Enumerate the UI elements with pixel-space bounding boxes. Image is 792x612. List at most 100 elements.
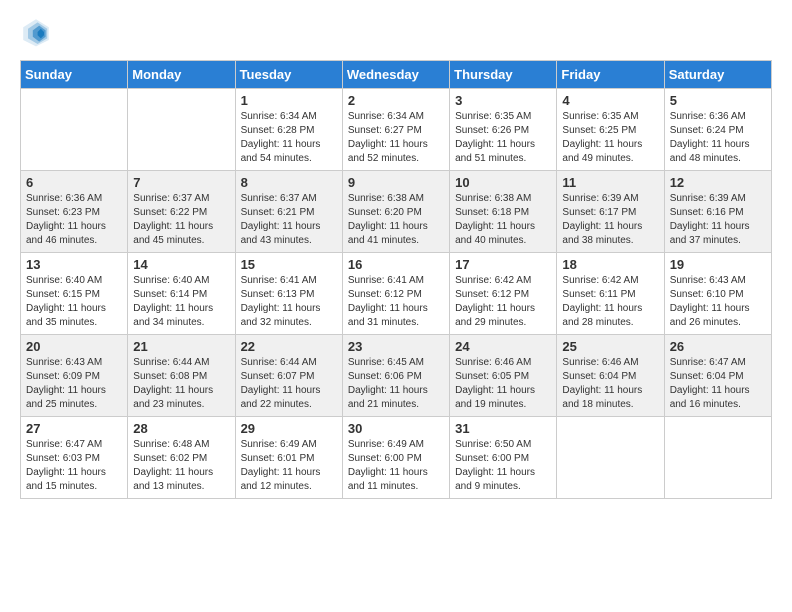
calendar-cell (664, 417, 771, 499)
day-info: Sunrise: 6:49 AM Sunset: 6:00 PM Dayligh… (348, 438, 444, 494)
day-number: 14 (133, 257, 229, 272)
day-number: 9 (348, 175, 444, 190)
logo (20, 16, 58, 48)
calendar-cell: 25 Sunrise: 6:46 AM Sunset: 6:04 PM Dayli… (557, 335, 664, 417)
day-number: 12 (670, 175, 766, 190)
day-info: Sunrise: 6:36 AM Sunset: 6:24 PM Dayligh… (670, 110, 766, 166)
weekday-row: SundayMondayTuesdayWednesdayThursdayFrid… (21, 61, 772, 89)
day-number: 30 (348, 421, 444, 436)
page: SundayMondayTuesdayWednesdayThursdayFrid… (0, 0, 792, 515)
day-number: 8 (241, 175, 337, 190)
calendar-header: SundayMondayTuesdayWednesdayThursdayFrid… (21, 61, 772, 89)
day-info: Sunrise: 6:42 AM Sunset: 6:12 PM Dayligh… (455, 274, 551, 330)
day-info: Sunrise: 6:44 AM Sunset: 6:08 PM Dayligh… (133, 356, 229, 412)
calendar-cell: 8 Sunrise: 6:37 AM Sunset: 6:21 PM Daylig… (235, 171, 342, 253)
day-number: 3 (455, 93, 551, 108)
calendar-cell (21, 89, 128, 171)
day-info: Sunrise: 6:43 AM Sunset: 6:10 PM Dayligh… (670, 274, 766, 330)
day-info: Sunrise: 6:38 AM Sunset: 6:18 PM Dayligh… (455, 192, 551, 248)
calendar-cell: 17Sunrise: 6:42 AM Sunset: 6:12 PM Dayli… (450, 253, 557, 335)
day-number: 11 (562, 175, 658, 190)
day-number: 25 (562, 339, 658, 354)
day-info: Sunrise: 6:41 AM Sunset: 6:13 PM Dayligh… (241, 274, 337, 330)
weekday-header-wednesday: Wednesday (342, 61, 449, 89)
week-row-5: 27 Sunrise: 6:47 AM Sunset: 6:03 PM Dayli… (21, 417, 772, 499)
day-info: Sunrise: 6:40 AM Sunset: 6:14 PM Dayligh… (133, 274, 229, 330)
calendar-cell: 7 Sunrise: 6:37 AM Sunset: 6:22 PM Daylig… (128, 171, 235, 253)
day-info: Sunrise: 6:48 AM Sunset: 6:02 PM Dayligh… (133, 438, 229, 494)
calendar-cell: 24 Sunrise: 6:46 AM Sunset: 6:05 PM Dayli… (450, 335, 557, 417)
header (20, 16, 772, 48)
calendar-cell: 6 Sunrise: 6:36 AM Sunset: 6:23 PM Daylig… (21, 171, 128, 253)
day-info: Sunrise: 6:41 AM Sunset: 6:12 PM Dayligh… (348, 274, 444, 330)
day-info: Sunrise: 6:34 AM Sunset: 6:27 PM Dayligh… (348, 110, 444, 166)
calendar-cell: 4 Sunrise: 6:35 AM Sunset: 6:25 PM Daylig… (557, 89, 664, 171)
calendar-cell: 23 Sunrise: 6:45 AM Sunset: 6:06 PM Dayli… (342, 335, 449, 417)
calendar-cell: 21Sunrise: 6:44 AM Sunset: 6:08 PM Dayli… (128, 335, 235, 417)
day-number: 20 (26, 339, 122, 354)
calendar-table: SundayMondayTuesdayWednesdayThursdayFrid… (20, 60, 772, 499)
calendar-cell: 16 Sunrise: 6:41 AM Sunset: 6:12 PM Dayli… (342, 253, 449, 335)
day-number: 7 (133, 175, 229, 190)
calendar-cell: 20 Sunrise: 6:43 AM Sunset: 6:09 PM Dayli… (21, 335, 128, 417)
week-row-4: 20 Sunrise: 6:43 AM Sunset: 6:09 PM Dayli… (21, 335, 772, 417)
day-number: 6 (26, 175, 122, 190)
day-info: Sunrise: 6:47 AM Sunset: 6:03 PM Dayligh… (26, 438, 122, 494)
day-info: Sunrise: 6:40 AM Sunset: 6:15 PM Dayligh… (26, 274, 122, 330)
day-info: Sunrise: 6:36 AM Sunset: 6:23 PM Dayligh… (26, 192, 122, 248)
day-number: 24 (455, 339, 551, 354)
day-number: 31 (455, 421, 551, 436)
day-number: 19 (670, 257, 766, 272)
day-number: 10 (455, 175, 551, 190)
calendar-cell: 3 Sunrise: 6:35 AM Sunset: 6:26 PM Daylig… (450, 89, 557, 171)
calendar-cell (557, 417, 664, 499)
calendar-cell: 10 Sunrise: 6:38 AM Sunset: 6:18 PM Dayli… (450, 171, 557, 253)
day-number: 13 (26, 257, 122, 272)
calendar-cell: 31 Sunrise: 6:50 AM Sunset: 6:00 PM Dayli… (450, 417, 557, 499)
calendar-cell: 30 Sunrise: 6:49 AM Sunset: 6:00 PM Dayli… (342, 417, 449, 499)
calendar-cell: 9 Sunrise: 6:38 AM Sunset: 6:20 PM Daylig… (342, 171, 449, 253)
day-number: 15 (241, 257, 337, 272)
calendar-body: 1 Sunrise: 6:34 AM Sunset: 6:28 PM Daylig… (21, 89, 772, 499)
calendar-cell (128, 89, 235, 171)
day-info: Sunrise: 6:43 AM Sunset: 6:09 PM Dayligh… (26, 356, 122, 412)
day-info: Sunrise: 6:46 AM Sunset: 6:04 PM Dayligh… (562, 356, 658, 412)
day-number: 1 (241, 93, 337, 108)
calendar-cell: 13 Sunrise: 6:40 AM Sunset: 6:15 PM Dayli… (21, 253, 128, 335)
day-info: Sunrise: 6:35 AM Sunset: 6:25 PM Dayligh… (562, 110, 658, 166)
day-info: Sunrise: 6:47 AM Sunset: 6:04 PM Dayligh… (670, 356, 766, 412)
day-number: 18 (562, 257, 658, 272)
weekday-header-friday: Friday (557, 61, 664, 89)
calendar-cell: 19 Sunrise: 6:43 AM Sunset: 6:10 PM Dayli… (664, 253, 771, 335)
day-info: Sunrise: 6:34 AM Sunset: 6:28 PM Dayligh… (241, 110, 337, 166)
day-info: Sunrise: 6:39 AM Sunset: 6:17 PM Dayligh… (562, 192, 658, 248)
calendar-cell: 1 Sunrise: 6:34 AM Sunset: 6:28 PM Daylig… (235, 89, 342, 171)
calendar-cell: 29Sunrise: 6:49 AM Sunset: 6:01 PM Dayli… (235, 417, 342, 499)
day-number: 23 (348, 339, 444, 354)
day-info: Sunrise: 6:50 AM Sunset: 6:00 PM Dayligh… (455, 438, 551, 494)
calendar-cell: 26Sunrise: 6:47 AM Sunset: 6:04 PM Dayli… (664, 335, 771, 417)
week-row-3: 13 Sunrise: 6:40 AM Sunset: 6:15 PM Dayli… (21, 253, 772, 335)
calendar-cell: 11 Sunrise: 6:39 AM Sunset: 6:17 PM Dayli… (557, 171, 664, 253)
day-info: Sunrise: 6:39 AM Sunset: 6:16 PM Dayligh… (670, 192, 766, 248)
day-number: 29 (241, 421, 337, 436)
calendar-cell: 28 Sunrise: 6:48 AM Sunset: 6:02 PM Dayli… (128, 417, 235, 499)
day-number: 16 (348, 257, 444, 272)
calendar-cell: 27 Sunrise: 6:47 AM Sunset: 6:03 PM Dayli… (21, 417, 128, 499)
calendar-cell: 15 Sunrise: 6:41 AM Sunset: 6:13 PM Dayli… (235, 253, 342, 335)
day-info: Sunrise: 6:37 AM Sunset: 6:22 PM Dayligh… (133, 192, 229, 248)
day-number: 22 (241, 339, 337, 354)
calendar-cell: 2Sunrise: 6:34 AM Sunset: 6:27 PM Daylig… (342, 89, 449, 171)
day-info: Sunrise: 6:35 AM Sunset: 6:26 PM Dayligh… (455, 110, 551, 166)
day-info: Sunrise: 6:46 AM Sunset: 6:05 PM Dayligh… (455, 356, 551, 412)
day-number: 28 (133, 421, 229, 436)
calendar-cell: 12 Sunrise: 6:39 AM Sunset: 6:16 PM Dayli… (664, 171, 771, 253)
week-row-1: 1 Sunrise: 6:34 AM Sunset: 6:28 PM Daylig… (21, 89, 772, 171)
weekday-header-monday: Monday (128, 61, 235, 89)
day-info: Sunrise: 6:37 AM Sunset: 6:21 PM Dayligh… (241, 192, 337, 248)
day-info: Sunrise: 6:38 AM Sunset: 6:20 PM Dayligh… (348, 192, 444, 248)
day-number: 4 (562, 93, 658, 108)
day-number: 27 (26, 421, 122, 436)
weekday-header-tuesday: Tuesday (235, 61, 342, 89)
day-info: Sunrise: 6:45 AM Sunset: 6:06 PM Dayligh… (348, 356, 444, 412)
